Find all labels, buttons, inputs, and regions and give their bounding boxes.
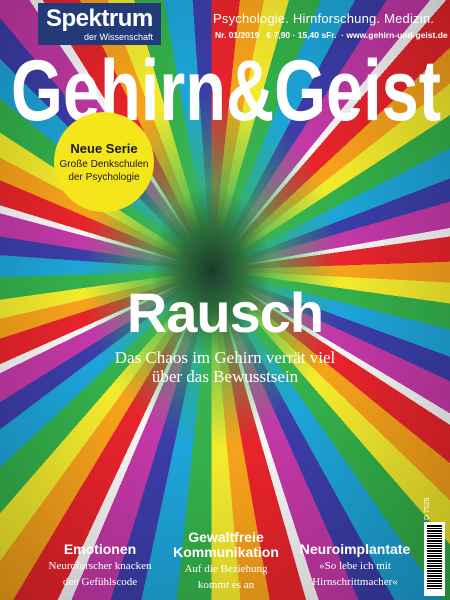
badge-title: Neue Serie — [70, 140, 138, 156]
teaser-line-1: Auf die Beziehung — [184, 563, 268, 575]
price-code: D 7525 — [424, 497, 431, 521]
new-series-badge: Neue Serie Große Denkschulen der Psychol… — [54, 112, 154, 212]
brand-name: Spektrum — [46, 5, 153, 32]
cover-title: Rausch — [126, 281, 324, 344]
cover-subtitle-line-2: über das Bewusstsein — [151, 367, 299, 386]
teaser-line-2: den Gefühlscode — [62, 576, 138, 588]
teaser-emotionen: Emotionen Neuroforscher knacken den Gefü… — [40, 542, 160, 589]
badge-line-1: Große Denkschulen — [59, 158, 149, 170]
teaser-line-2: kommt es an — [197, 579, 255, 591]
teaser-title-line-2: Kommunikation — [173, 544, 279, 560]
tagline: Psychologie. Hirnforschung. Medizin. — [213, 11, 435, 26]
teaser-title: Neuroimplantate — [299, 541, 411, 557]
teaser-kommunikation: Gewaltfreie Kommunikation Auf die Bezieh… — [168, 530, 284, 592]
teaser-neuroimplantate: Neuroimplantate »So lebe ich mit Hirnsch… — [292, 542, 418, 589]
badge-line-2: der Psychologie — [68, 171, 140, 183]
teaser-line-1: »So lebe ich mit — [319, 560, 391, 572]
cover-subtitle-line-1: Das Chaos im Gehirn verrät viel — [114, 348, 336, 367]
cover-subtitle: Das Chaos im Gehirn verrät viel über das… — [0, 348, 450, 386]
barcode — [424, 522, 445, 596]
teaser-line-2: Hirnschrittmacher« — [312, 576, 398, 588]
teaser-title: Emotionen — [63, 541, 137, 557]
teaser-line-1: Neuroforscher knacken — [48, 560, 152, 572]
barcode-bars — [427, 525, 442, 589]
teaser-title-line-1: Gewaltfreie — [188, 529, 264, 545]
